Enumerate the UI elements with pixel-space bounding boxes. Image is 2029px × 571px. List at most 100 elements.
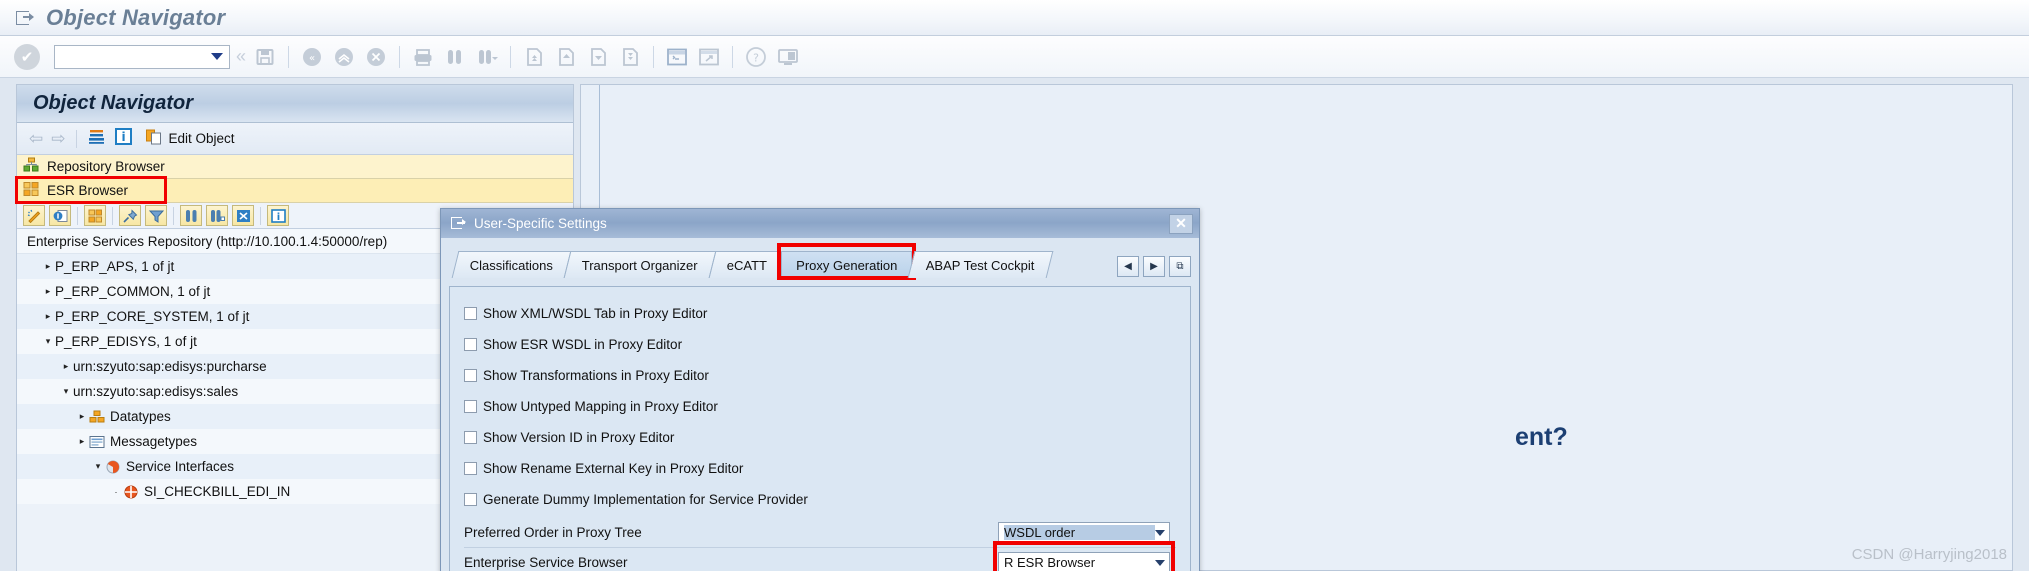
wand-icon[interactable] bbox=[23, 205, 45, 226]
last-page-icon[interactable] bbox=[617, 44, 643, 70]
find-next-icon[interactable] bbox=[474, 44, 500, 70]
svg-text:?: ? bbox=[753, 51, 759, 64]
field-label: Enterprise Service Browser bbox=[464, 555, 628, 570]
tab-ecatt[interactable]: eCATT bbox=[708, 251, 786, 278]
checkbox-show-version-id[interactable] bbox=[464, 430, 477, 444]
pin-icon[interactable] bbox=[119, 205, 141, 226]
main-area: ent? CSDN @Harryjing2018 Object Navigato… bbox=[0, 78, 2029, 571]
checkbox-row[interactable]: Show ESR WSDL in Proxy Editor bbox=[464, 331, 1190, 357]
tab-proxy-generation[interactable]: Proxy Generation bbox=[777, 243, 917, 280]
checkbox-row[interactable]: Show Transformations in Proxy Editor bbox=[464, 362, 1190, 388]
up-icon[interactable] bbox=[331, 44, 357, 70]
checkbox-show-rename-external-key[interactable] bbox=[464, 461, 477, 475]
first-page-icon[interactable] bbox=[521, 44, 547, 70]
tree-node-label: Messagetypes bbox=[110, 434, 198, 449]
leaf-marker-icon: · bbox=[114, 486, 118, 497]
filter-icon[interactable] bbox=[145, 205, 167, 226]
dropdown-value: WSDL order bbox=[1004, 525, 1155, 540]
tree-node-label: P_ERP_COMMON, 1 of jt bbox=[55, 284, 211, 299]
checkbox-label: Show Rename External Key in Proxy Editor bbox=[483, 460, 744, 476]
expand-collapse-icon[interactable]: ▾ bbox=[91, 461, 105, 472]
expand-collapse-icon[interactable]: ▾ bbox=[59, 386, 73, 397]
find-next-icon[interactable] bbox=[206, 205, 228, 226]
field-label: Preferred Order in Proxy Tree bbox=[464, 525, 642, 540]
checkbox-show-untyped-mapping[interactable] bbox=[464, 399, 477, 413]
cancel-icon[interactable] bbox=[232, 205, 254, 226]
back-chevrons-icon[interactable]: « bbox=[236, 46, 246, 67]
expand-collapse-icon[interactable]: ▸ bbox=[75, 436, 89, 447]
dialog-body: Classifications Transport Organizer eCAT… bbox=[441, 238, 1199, 571]
back-arrow-icon[interactable]: ⇦ bbox=[29, 129, 43, 149]
checkbox-label: Show Version ID in Proxy Editor bbox=[483, 429, 675, 445]
tab-navigation: ◀ ▶ ⧉ bbox=[1117, 256, 1191, 278]
close-icon[interactable]: ✕ bbox=[1169, 213, 1193, 234]
checkbox-label: Show Transformations in Proxy Editor bbox=[483, 367, 709, 383]
edit-object-label: Edit Object bbox=[168, 131, 235, 146]
help-icon[interactable]: ? bbox=[743, 44, 769, 70]
create-shortcut-icon[interactable] bbox=[696, 44, 722, 70]
tree-node-label: SI_CHECKBILL_EDI_IN bbox=[144, 484, 291, 499]
window-title-bar: Object Navigator bbox=[0, 0, 2029, 36]
expand-collapse-icon[interactable]: ▸ bbox=[41, 286, 55, 297]
system-toolbar: ✔ « « ? bbox=[0, 36, 2029, 78]
checkbox-row[interactable]: Show Untyped Mapping in Proxy Editor bbox=[464, 393, 1190, 419]
layout-menu-icon[interactable] bbox=[775, 44, 801, 70]
back-icon[interactable]: « bbox=[299, 44, 325, 70]
panel-title: Object Navigator bbox=[33, 92, 194, 114]
blocks-icon[interactable] bbox=[84, 205, 106, 226]
page-title: Object Navigator bbox=[46, 4, 226, 30]
browser-row-esr[interactable]: ESR Browser bbox=[15, 176, 573, 204]
user-specific-settings-dialog: User-Specific Settings ✕ Classifications… bbox=[440, 208, 1200, 571]
object-list-icon[interactable] bbox=[87, 127, 106, 151]
save-icon[interactable] bbox=[252, 44, 278, 70]
information-icon[interactable]: i bbox=[267, 205, 289, 226]
tab-prev-button[interactable]: ◀ bbox=[1117, 256, 1139, 277]
print-icon[interactable] bbox=[410, 44, 436, 70]
checkbox-row[interactable]: Generate Dummy Implementation for Servic… bbox=[464, 486, 1190, 512]
find-icon[interactable] bbox=[442, 44, 468, 70]
checkbox-row[interactable]: Show Version ID in Proxy Editor bbox=[464, 424, 1190, 450]
tab-next-button[interactable]: ▶ bbox=[1143, 256, 1165, 277]
checkbox-show-transformations[interactable] bbox=[464, 368, 477, 382]
document-arrow-icon bbox=[16, 10, 34, 26]
highlight-box-enterprise-service-browser bbox=[993, 541, 1175, 571]
checkbox-show-xml-wsdl-tab[interactable] bbox=[464, 306, 477, 320]
expand-collapse-icon[interactable]: ▸ bbox=[59, 361, 73, 372]
tree-node-label: urn:szyuto:sap:edisys:purcharse bbox=[73, 359, 267, 374]
dialog-title: User-Specific Settings bbox=[474, 216, 607, 231]
svg-text:«: « bbox=[309, 53, 315, 64]
information-icon[interactable]: i bbox=[114, 127, 133, 151]
checkbox-generate-dummy-implementation[interactable] bbox=[464, 492, 477, 506]
tree-node-label: P_ERP_EDISYS, 1 of jt bbox=[55, 334, 197, 349]
create-session-icon[interactable] bbox=[664, 44, 690, 70]
enter-check-icon[interactable]: ✔ bbox=[14, 43, 40, 70]
expand-collapse-icon[interactable]: ▸ bbox=[41, 311, 55, 322]
edit-object-button[interactable]: Edit Object bbox=[145, 128, 235, 150]
tab-list-button[interactable]: ⧉ bbox=[1169, 256, 1191, 277]
expand-collapse-icon[interactable]: ▸ bbox=[75, 411, 89, 422]
find-icon[interactable] bbox=[180, 205, 202, 226]
service-interface-icon bbox=[123, 485, 139, 499]
dialog-tabstrip: Classifications Transport Organizer eCAT… bbox=[449, 243, 1191, 280]
tab-transport-organizer[interactable]: Transport Organizer bbox=[563, 251, 717, 278]
proxy-generation-tab-page: Show XML/WSDL Tab in Proxy Editor Show E… bbox=[449, 286, 1191, 571]
browser-label-repository: Repository Browser bbox=[47, 159, 165, 174]
highlight-box-esr-browser bbox=[15, 176, 167, 204]
command-field[interactable] bbox=[54, 44, 230, 69]
cancel-icon[interactable] bbox=[363, 44, 389, 70]
next-page-icon[interactable] bbox=[585, 44, 611, 70]
tab-classifications[interactable]: Classifications bbox=[451, 251, 572, 278]
checkbox-row[interactable]: Show Rename External Key in Proxy Editor bbox=[464, 455, 1190, 481]
forward-arrow-icon[interactable]: ⇨ bbox=[51, 129, 65, 149]
panel-header: Object Navigator bbox=[17, 85, 573, 123]
checkbox-show-esr-wsdl[interactable] bbox=[464, 337, 477, 351]
expand-collapse-icon[interactable]: ▾ bbox=[41, 336, 55, 347]
previous-page-icon[interactable] bbox=[553, 44, 579, 70]
refresh-icon[interactable] bbox=[49, 205, 71, 226]
expand-collapse-icon[interactable]: ▸ bbox=[41, 261, 55, 272]
tab-abap-test-cockpit[interactable]: ABAP Test Cockpit bbox=[907, 251, 1054, 278]
chevron-down-icon[interactable] bbox=[211, 53, 223, 60]
checkbox-label: Show Untyped Mapping in Proxy Editor bbox=[483, 398, 718, 414]
chevron-down-icon[interactable] bbox=[1155, 529, 1165, 536]
checkbox-row[interactable]: Show XML/WSDL Tab in Proxy Editor bbox=[464, 300, 1190, 326]
